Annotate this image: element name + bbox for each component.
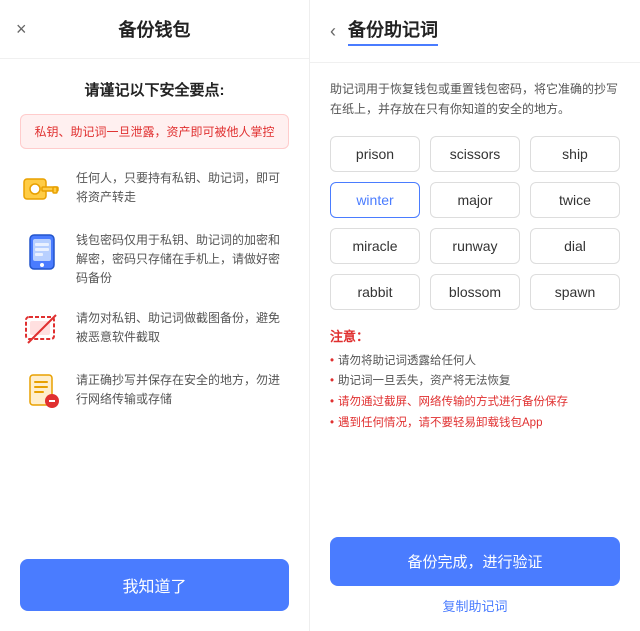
notes-item: 遇到任何情况，请不要轻易卸载钱包App: [330, 413, 620, 434]
notes-title: 注意：: [330, 326, 620, 345]
key-icon: [20, 167, 64, 211]
notes-item: 请勿将助记词透露给任何人: [330, 351, 620, 372]
mnemonic-word: prison: [330, 136, 420, 172]
safety-item-3: 请勿对私钥、助记词做截图备份，避免被恶意软件截取: [20, 307, 289, 351]
right-header: ‹ 备份助记词: [310, 0, 640, 63]
right-footer: 备份完成，进行验证 复制助记词: [310, 525, 640, 631]
safety-text-2: 钱包密码仅用于私钥、助记词的加密和解密，密码只存储在手机上，请做好密码备份: [76, 229, 289, 289]
right-panel-title: 备份助记词: [348, 16, 438, 46]
mnemonic-word: twice: [530, 182, 620, 218]
notes-item: 请勿通过截屏、网络传输的方式进行备份保存: [330, 392, 620, 413]
mnemonic-word: blossom: [430, 274, 520, 310]
left-panel: × 备份钱包 请谨记以下安全要点: 私钥、助记词一旦泄露，资产即可被他人掌控 任…: [0, 0, 310, 631]
right-body: 助记词用于恢复钱包或重置钱包密码，将它准确的抄写在纸上，并存放在只有你知道的安全…: [310, 63, 640, 525]
copy-mnemonic-link[interactable]: 复制助记词: [330, 596, 620, 615]
document-icon: [20, 369, 64, 413]
mnemonic-word: major: [430, 182, 520, 218]
mnemonic-word: rabbit: [330, 274, 420, 310]
safety-item-4: 请正确抄写并保存在安全的地方，勿进行网络传输或存储: [20, 369, 289, 413]
left-footer: 我知道了: [0, 543, 309, 631]
mnemonic-word: runway: [430, 228, 520, 264]
phone-icon: [20, 229, 64, 273]
safety-text-3: 请勿对私钥、助记词做截图备份，避免被恶意软件截取: [76, 307, 289, 347]
screenshot-icon: [20, 307, 64, 351]
safety-text-4: 请正确抄写并保存在安全的地方，勿进行网络传输或存储: [76, 369, 289, 409]
acknowledge-button[interactable]: 我知道了: [20, 559, 289, 611]
notes-section: 注意： 请勿将助记词透露给任何人助记词一旦丢失，资产将无法恢复请勿通过截屏、网络…: [330, 326, 620, 434]
mnemonic-description: 助记词用于恢复钱包或重置钱包密码，将它准确的抄写在纸上，并存放在只有你知道的安全…: [330, 79, 620, 120]
left-body: 请谨记以下安全要点: 私钥、助记词一旦泄露，资产即可被他人掌控 任何人，只要持有…: [0, 59, 309, 543]
right-panel: ‹ 备份助记词 助记词用于恢复钱包或重置钱包密码，将它准确的抄写在纸上，并存放在…: [310, 0, 640, 631]
safety-text-1: 任何人，只要持有私钥、助记词，即可将资产转走: [76, 167, 289, 207]
close-button[interactable]: ×: [16, 20, 27, 38]
safety-item-2: 钱包密码仅用于私钥、助记词的加密和解密，密码只存储在手机上，请做好密码备份: [20, 229, 289, 289]
warning-banner: 私钥、助记词一旦泄露，资产即可被他人掌控: [20, 114, 289, 149]
mnemonic-word: spawn: [530, 274, 620, 310]
mnemonic-word: miracle: [330, 228, 420, 264]
notes-item: 助记词一旦丢失，资产将无法恢复: [330, 371, 620, 392]
left-header: × 备份钱包: [0, 0, 309, 59]
mnemonic-grid: prison scissors ship winter major twice miracl…: [330, 136, 620, 310]
verify-button[interactable]: 备份完成，进行验证: [330, 537, 620, 586]
mnemonic-word: scissors: [430, 136, 520, 172]
back-button[interactable]: ‹: [330, 21, 336, 42]
safety-item-1: 任何人，只要持有私钥、助记词，即可将资产转走: [20, 167, 289, 211]
mnemonic-word: ship: [530, 136, 620, 172]
mnemonic-word: dial: [530, 228, 620, 264]
mnemonic-word: winter: [330, 182, 420, 218]
safety-title: 请谨记以下安全要点:: [20, 79, 289, 100]
left-panel-title: 备份钱包: [119, 16, 191, 42]
